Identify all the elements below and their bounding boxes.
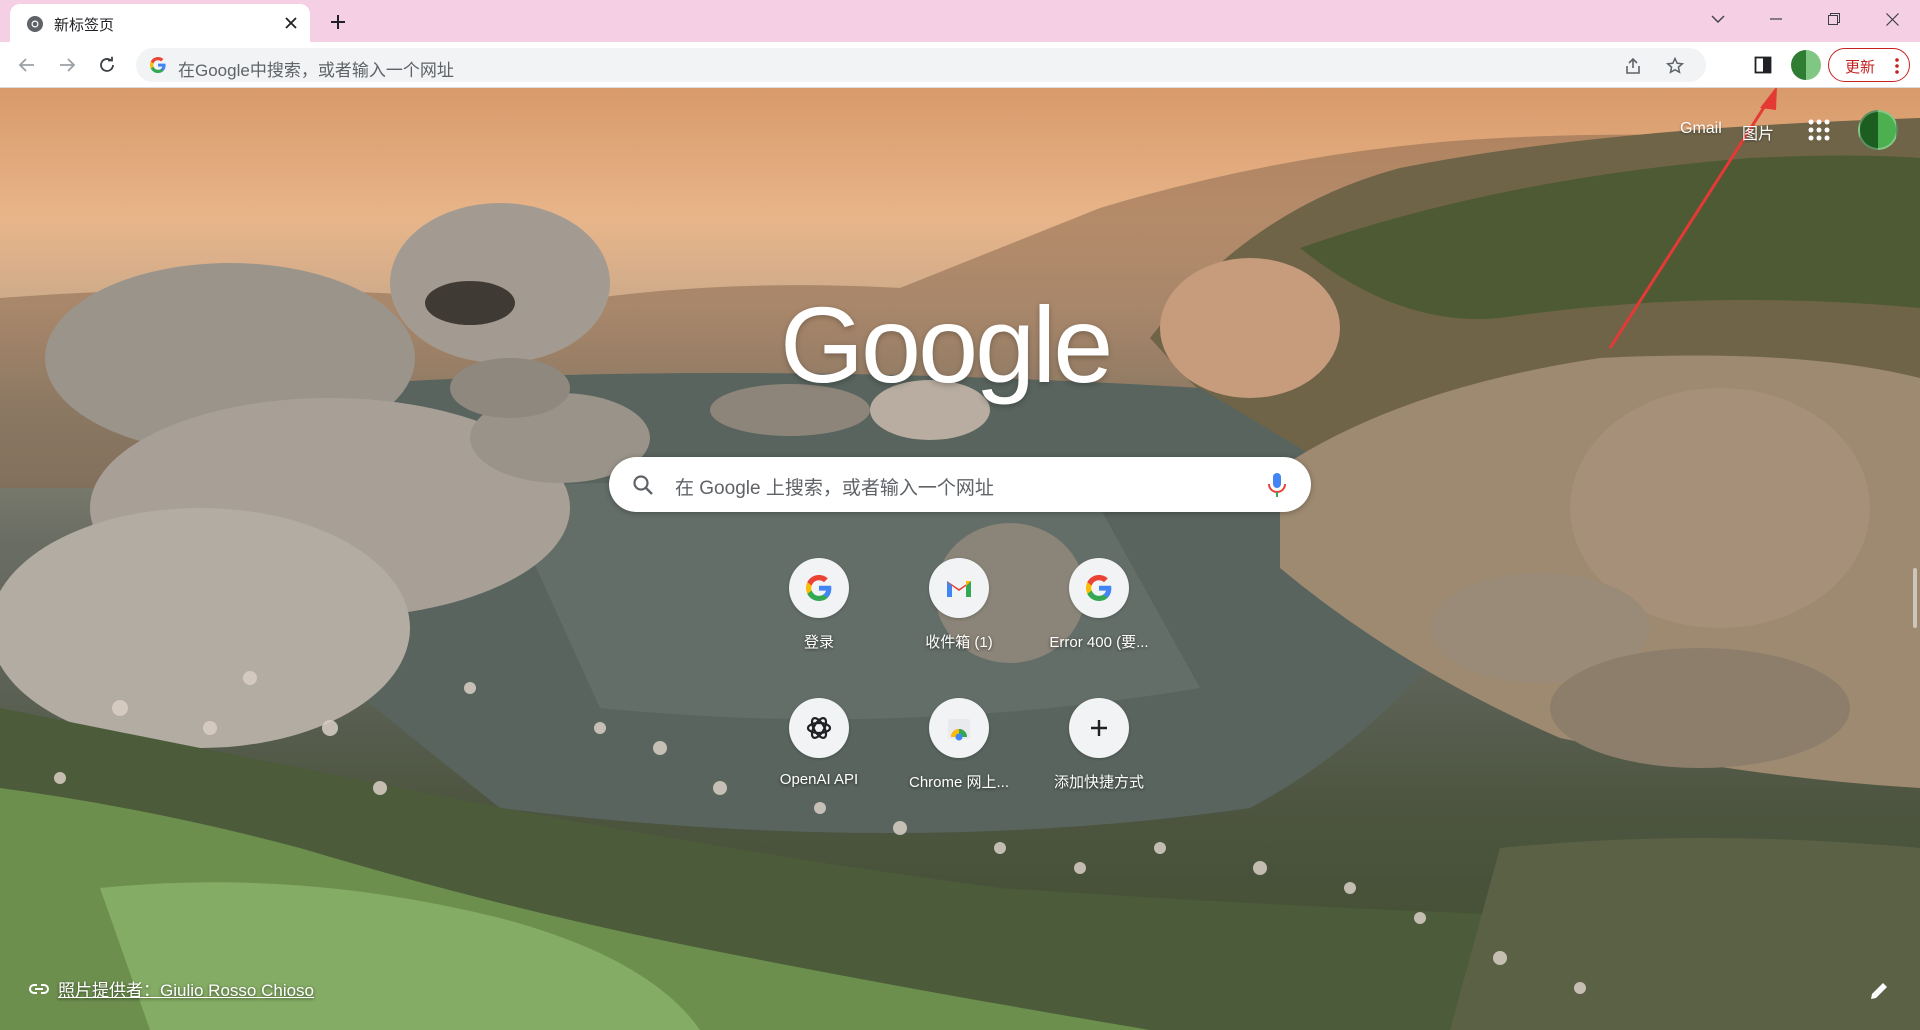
shortcut-chrome-web-store[interactable]: Chrome 网上... (896, 688, 1022, 800)
shortcut-error-400[interactable]: Error 400 (要... (1036, 548, 1162, 660)
plus-icon (331, 15, 345, 29)
shortcut-icon-bg (789, 558, 849, 618)
shortcut-add[interactable]: 添加快捷方式 (1036, 688, 1162, 800)
shortcut-label: 添加快捷方式 (1053, 774, 1144, 791)
share-button[interactable] (1620, 53, 1646, 79)
reload-icon (100, 56, 114, 72)
close-icon (285, 17, 297, 29)
shortcut-label: Chrome 网上... (908, 774, 1010, 791)
shortcut-openai-api[interactable]: OpenAI API (756, 688, 882, 800)
close-window-button[interactable] (1864, 0, 1920, 38)
apps-grid-icon[interactable] (1805, 116, 1833, 144)
back-button[interactable] (12, 50, 42, 80)
shortcut-icon-bg (789, 698, 849, 758)
account-avatar[interactable] (1858, 110, 1898, 150)
plus-icon (1091, 720, 1107, 736)
reload-button[interactable] (92, 50, 122, 80)
restore-button[interactable] (1806, 0, 1862, 38)
gmail-icon (947, 581, 971, 597)
images-link[interactable]: 图片 (1742, 120, 1774, 144)
update-label: 更新 (1845, 59, 1876, 76)
profile-avatar[interactable] (1791, 50, 1821, 80)
minimize-button[interactable] (1748, 0, 1804, 38)
arrow-left-icon (18, 58, 34, 72)
attribution-text: 照片提供者：Giulio Rosso Chioso (58, 981, 315, 1000)
close-icon (1885, 12, 1899, 26)
share-icon (1626, 57, 1640, 74)
shortcut-label: 登录 (803, 634, 834, 651)
tab-close-button[interactable] (280, 12, 302, 34)
scrollbar-thumb[interactable] (1913, 568, 1917, 628)
new-tab-button[interactable] (324, 8, 352, 36)
toolbar: 在Google中搜索，或者输入一个网址 更新 (0, 42, 1920, 88)
chevron-down-icon (1711, 15, 1725, 23)
omnibox[interactable]: 在Google中搜索，或者输入一个网址 (136, 48, 1706, 82)
shortcut-icon-bg (929, 698, 989, 758)
search-box[interactable]: 在 Google 上搜索，或者输入一个网址 (609, 457, 1311, 512)
google-g-icon (806, 575, 832, 601)
shortcut-icon-bg (1069, 698, 1129, 758)
arrow-right-icon (60, 58, 76, 72)
shortcut-label: Error 400 (要... (1049, 634, 1149, 651)
chrome-icon (27, 16, 43, 32)
minimize-icon (1770, 18, 1782, 20)
shortcut-label: OpenAI API (779, 771, 859, 788)
omnibox-placeholder: 在Google中搜索，或者输入一个网址 (178, 61, 454, 80)
forward-button[interactable] (52, 50, 82, 80)
microphone-icon[interactable] (1265, 471, 1289, 499)
shortcut-inbox[interactable]: 收件箱 (1) (896, 548, 1022, 660)
tab-strip: 新标签页 (0, 0, 1920, 42)
openai-icon (806, 717, 832, 739)
restore-icon (1828, 13, 1840, 25)
tab-search-button[interactable] (1690, 0, 1746, 38)
link-icon (29, 983, 49, 994)
more-vert-icon (1895, 58, 1899, 74)
background-photo: Gmail 图片 Google 在 Google 上搜索，或者输入一个网址 登录 (0, 88, 1920, 1030)
gmail-link[interactable]: Gmail (1680, 120, 1722, 138)
side-panel-icon (1754, 56, 1772, 74)
tab-title: 新标签页 (54, 17, 115, 34)
shortcut-icon-bg (1069, 558, 1129, 618)
google-logo: Google (780, 284, 1113, 405)
google-g-icon (1086, 575, 1112, 601)
star-icon (1666, 57, 1684, 74)
google-g-icon (150, 57, 166, 73)
photo-attribution[interactable]: 照片提供者：Giulio Rosso Chioso (28, 976, 314, 1001)
update-button[interactable]: 更新 (1828, 48, 1910, 82)
pencil-icon[interactable] (1868, 980, 1890, 1002)
shortcut-login[interactable]: 登录 (756, 548, 882, 660)
search-icon (633, 475, 653, 495)
side-panel-button[interactable] (1749, 51, 1777, 79)
shortcut-label: 收件箱 (1) (925, 634, 993, 651)
tab-new-tab[interactable]: 新标签页 (10, 4, 310, 42)
search-placeholder: 在 Google 上搜索，或者输入一个网址 (675, 478, 994, 499)
shortcut-icon-bg (929, 558, 989, 618)
chrome-web-store-icon (948, 719, 970, 741)
bookmark-button[interactable] (1662, 53, 1688, 79)
